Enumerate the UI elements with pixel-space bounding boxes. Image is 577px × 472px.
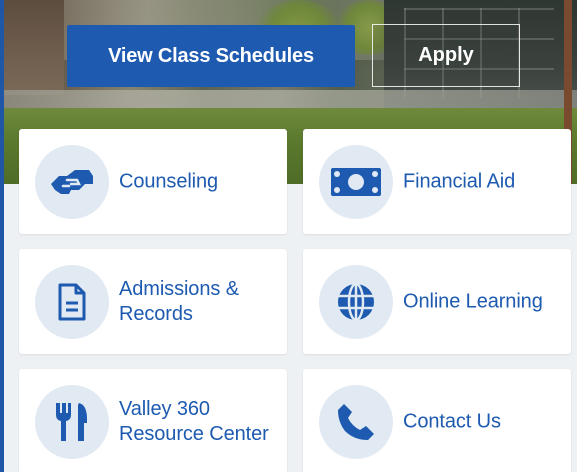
hero-building-left <box>4 0 64 95</box>
card-admissions-records[interactable]: Admissions & Records <box>19 249 287 354</box>
phone-icon <box>319 384 393 459</box>
view-class-schedules-button[interactable]: View Class Schedules <box>67 25 355 87</box>
card-counseling[interactable]: Counseling <box>19 129 287 234</box>
card-label: Valley 360 Resource Center <box>119 397 269 445</box>
utensils-icon <box>35 384 109 459</box>
document-icon <box>35 264 109 339</box>
card-label: Contact Us <box>403 410 501 432</box>
quick-links-page: View Class Schedules Apply Counseling Fi <box>0 0 577 472</box>
card-contact-us[interactable]: Contact Us <box>303 369 571 472</box>
globe-icon <box>319 264 393 339</box>
card-financial-aid[interactable]: Financial Aid <box>303 129 571 234</box>
card-valley-360[interactable]: Valley 360 Resource Center <box>19 369 287 472</box>
card-label: Online Learning <box>403 290 543 312</box>
card-online-learning[interactable]: Online Learning <box>303 249 571 354</box>
card-label: Counseling <box>119 170 219 192</box>
handshake-icon <box>35 144 109 219</box>
card-label: Financial Aid <box>403 170 516 192</box>
card-label: Admissions & Records <box>119 277 239 325</box>
money-bill-icon <box>319 144 393 219</box>
apply-button[interactable]: Apply <box>372 24 520 87</box>
